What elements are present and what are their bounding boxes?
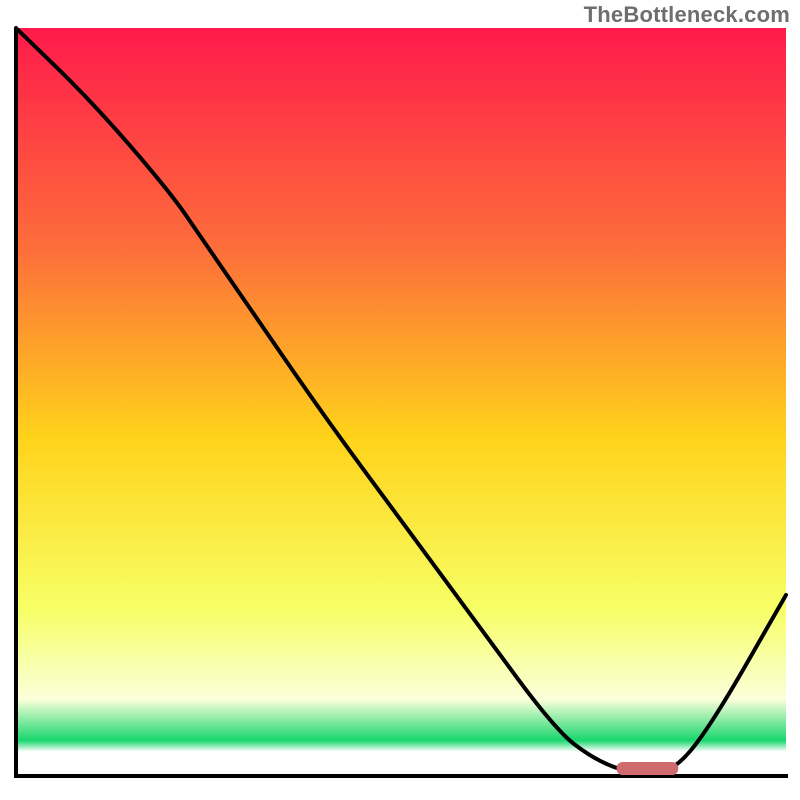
optimal-range-marker xyxy=(617,762,679,775)
bottleneck-plot xyxy=(0,0,800,800)
watermark-text: TheBottleneck.com xyxy=(584,2,790,28)
chart-canvas: TheBottleneck.com xyxy=(0,0,800,800)
plot-background xyxy=(16,28,786,774)
